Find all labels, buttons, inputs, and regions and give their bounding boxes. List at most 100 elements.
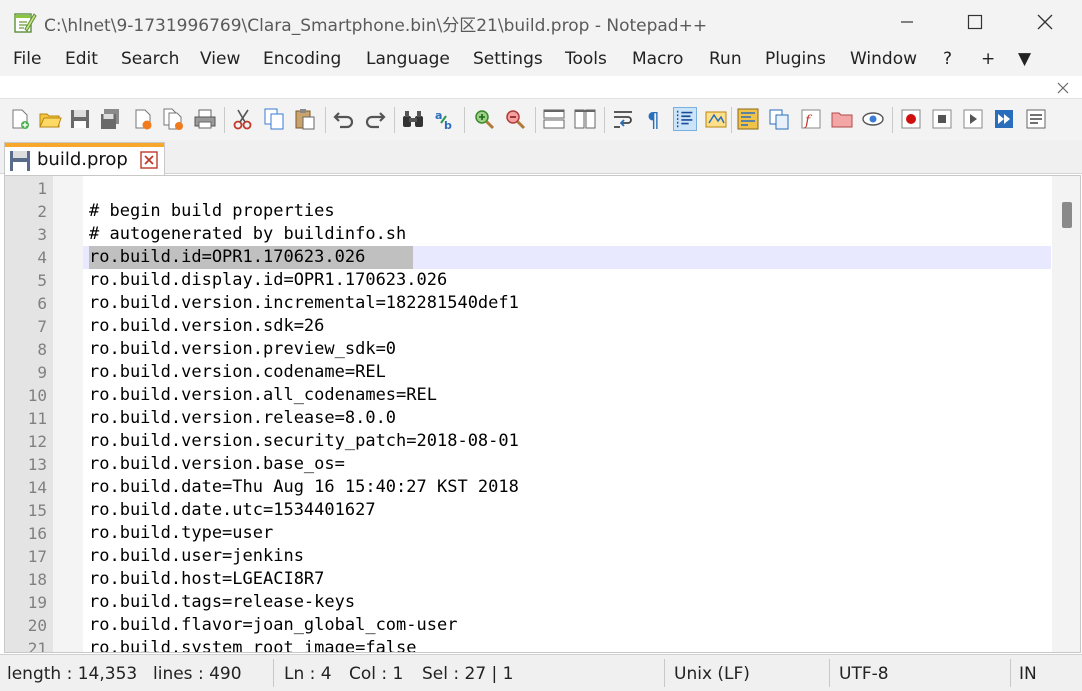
copy-icon[interactable] <box>262 107 286 131</box>
code-line[interactable]: ro.build.type=user <box>89 522 273 545</box>
menu-dropdown[interactable]: ▼ <box>1018 49 1031 69</box>
udl-icon[interactable] <box>704 107 728 131</box>
vertical-scrollbar[interactable] <box>1052 176 1080 652</box>
menu-view[interactable]: View <box>200 49 240 69</box>
menu-plugins[interactable]: Plugins <box>765 49 826 69</box>
find-icon[interactable] <box>401 107 425 131</box>
menu-file[interactable]: File <box>13 49 41 69</box>
zoom-out-icon[interactable] <box>503 107 527 131</box>
menu-tools[interactable]: Tools <box>565 49 607 69</box>
code-line[interactable]: ro.build.version.security_patch=2018-08-… <box>89 430 519 453</box>
run-macro-multiple-icon[interactable] <box>992 107 1016 131</box>
code-line[interactable]: ro.build.version.incremental=182281540de… <box>89 292 519 315</box>
replace-icon[interactable]: ab <box>433 107 457 131</box>
line-number: 2 <box>37 202 47 221</box>
toolbar-separator <box>464 107 465 133</box>
status-bar: length : 14,353 lines : 490 Ln : 4 Col :… <box>0 654 1082 691</box>
play-macro-icon[interactable] <box>961 107 985 131</box>
code-line[interactable]: ro.build.version.codename=REL <box>89 361 386 384</box>
open-file-icon[interactable] <box>38 107 62 131</box>
monitor-icon[interactable] <box>861 107 885 131</box>
zoom-in-icon[interactable] <box>472 107 496 131</box>
menu-window[interactable]: Window <box>850 49 917 69</box>
sync-vertical-icon[interactable] <box>542 107 566 131</box>
scrollbar-thumb[interactable] <box>1062 202 1072 228</box>
menu-bar: File Edit Search View Encoding Language … <box>0 44 1082 76</box>
print-icon[interactable] <box>193 107 217 131</box>
sync-horizontal-icon[interactable] <box>573 107 597 131</box>
minimize-button[interactable] <box>872 0 942 44</box>
fold-margin[interactable] <box>53 176 83 652</box>
minimize-icon <box>901 21 913 23</box>
code-line[interactable]: ro.build.system_root_image=false <box>89 637 417 652</box>
status-eol[interactable]: Unix (LF) <box>674 664 750 684</box>
code-line[interactable]: ro.build.version.base_os= <box>89 453 345 476</box>
save-icon[interactable] <box>68 107 92 131</box>
menu-macro[interactable]: Macro <box>632 49 683 69</box>
tab-build-prop[interactable]: build.prop <box>4 142 165 175</box>
code-line[interactable]: ro.build.version.sdk=26 <box>89 315 324 338</box>
title-bar: C:\hlnet\9-1731996769\Clara_Smartphone.b… <box>0 0 1082 44</box>
menu-encoding[interactable]: Encoding <box>263 49 341 69</box>
code-line[interactable]: ro.build.version.release=8.0.0 <box>89 407 396 430</box>
code-line[interactable]: ro.build.id=OPR1.170623.026 <box>89 246 365 269</box>
cut-icon[interactable] <box>231 107 255 131</box>
indent-guide-icon[interactable] <box>673 107 697 131</box>
line-number: 14 <box>27 478 47 497</box>
menu-run[interactable]: Run <box>709 49 742 69</box>
close-file-icon[interactable] <box>131 107 155 131</box>
menu-search[interactable]: Search <box>121 49 179 69</box>
new-file-icon[interactable] <box>8 107 32 131</box>
code-line[interactable]: ro.build.version.all_codenames=REL <box>89 384 437 407</box>
close-icon[interactable] <box>140 151 158 169</box>
toolbar-separator <box>325 107 326 133</box>
code-line[interactable]: ro.build.date.utc=1534401627 <box>89 499 376 522</box>
save-icon <box>10 151 30 171</box>
word-wrap-icon[interactable] <box>611 107 635 131</box>
status-separator <box>273 659 274 687</box>
code-line[interactable]: ro.build.flavor=joan_global_com-user <box>89 614 457 637</box>
close-window-button[interactable] <box>1010 0 1080 44</box>
folder-workspace-icon[interactable] <box>830 107 854 131</box>
code-line[interactable]: ro.build.date=Thu Aug 16 15:40:27 KST 20… <box>89 476 519 499</box>
code-line[interactable]: ro.build.user=jenkins <box>89 545 304 568</box>
menu-help[interactable]: ? <box>943 49 952 69</box>
menu-plus[interactable]: + <box>981 49 995 69</box>
menu-edit[interactable]: Edit <box>65 49 98 69</box>
function-list-icon[interactable]: f <box>799 107 823 131</box>
tab-accent <box>5 143 164 147</box>
code-line[interactable]: ro.build.tags=release-keys <box>89 591 355 614</box>
line-number: 12 <box>27 432 47 451</box>
close-document-icon[interactable] <box>1057 82 1069 94</box>
status-encoding[interactable]: UTF-8 <box>839 664 889 684</box>
redo-icon[interactable] <box>363 107 387 131</box>
code-line[interactable]: # begin build properties <box>89 200 335 223</box>
close-all-icon[interactable] <box>161 107 185 131</box>
notepadpp-icon <box>14 13 37 33</box>
menu-language[interactable]: Language <box>366 49 450 69</box>
doc-list-icon[interactable] <box>767 107 791 131</box>
stop-record-icon[interactable] <box>930 107 954 131</box>
line-number: 11 <box>27 409 47 428</box>
code-line[interactable]: ro.build.display.id=OPR1.170623.026 <box>89 269 447 292</box>
record-macro-icon[interactable] <box>899 107 923 131</box>
save-macro-icon[interactable] <box>1024 107 1048 131</box>
toolbar-separator <box>535 107 536 133</box>
code-line[interactable]: ro.build.host=LGEACI8R7 <box>89 568 324 591</box>
maximize-button[interactable] <box>940 0 1010 44</box>
show-all-chars-icon[interactable]: ¶ <box>642 107 666 131</box>
code-line[interactable]: # autogenerated by buildinfo.sh <box>89 223 406 246</box>
paste-icon[interactable] <box>293 107 317 131</box>
status-insert-mode[interactable]: IN <box>1019 664 1037 684</box>
undo-icon[interactable] <box>332 107 356 131</box>
line-number: 5 <box>37 271 47 290</box>
code-line[interactable]: ro.build.version.preview_sdk=0 <box>89 338 396 361</box>
save-all-icon[interactable] <box>98 107 122 131</box>
menu-settings[interactable]: Settings <box>473 49 543 69</box>
doc-map-icon[interactable] <box>736 107 760 131</box>
line-number: 7 <box>37 317 47 336</box>
editor[interactable]: 1 2 # begin build properties 3 # autogenerat… <box>4 175 1081 653</box>
status-length: length : 14,353 <box>7 664 138 684</box>
line-number: 6 <box>37 294 47 313</box>
line-number: 9 <box>37 363 47 382</box>
